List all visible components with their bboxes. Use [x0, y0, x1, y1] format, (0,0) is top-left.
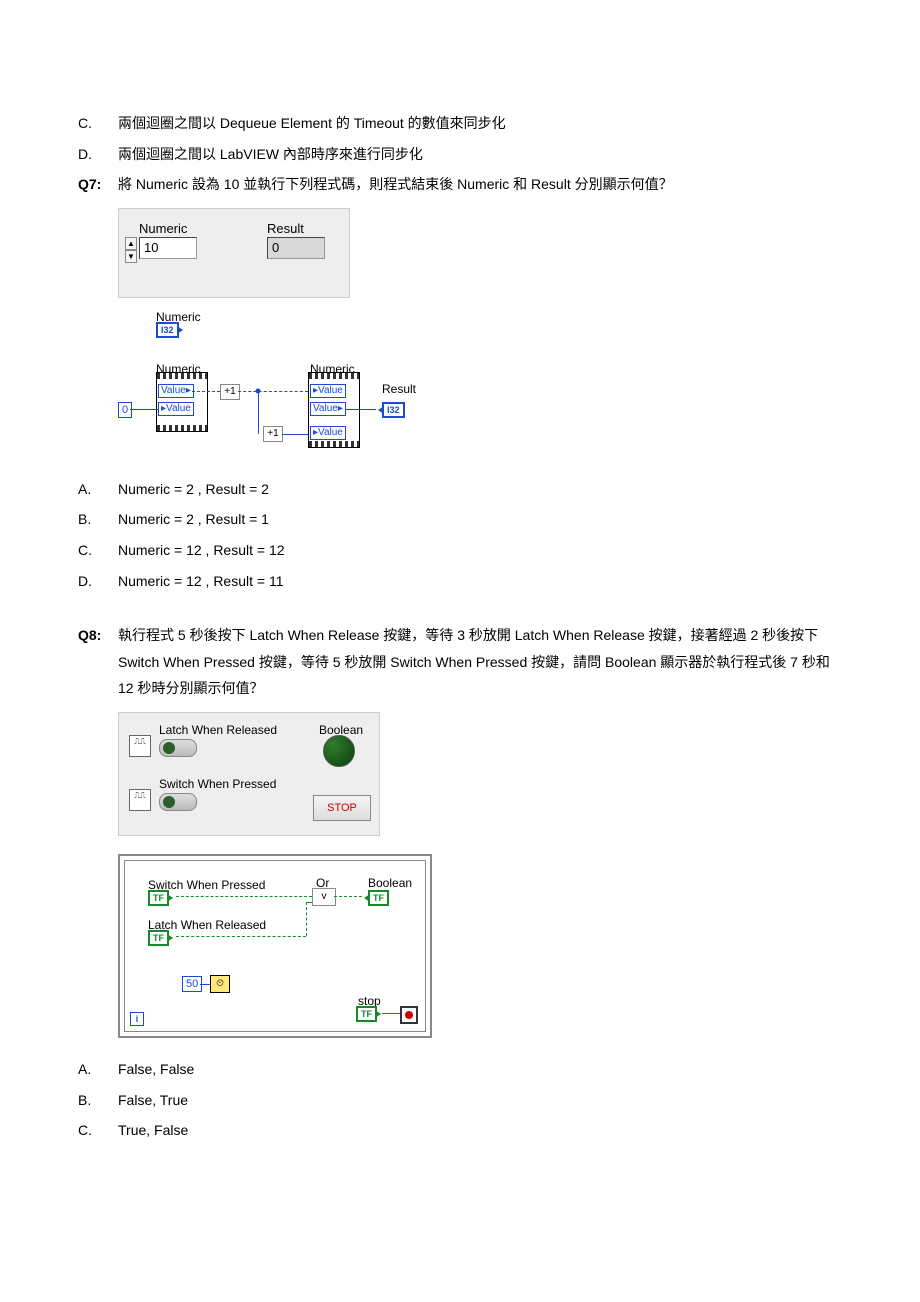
- numeric-control[interactable]: 10: [139, 237, 197, 259]
- value-in: ▸Value: [158, 402, 194, 416]
- option-text: True, False: [118, 1117, 842, 1144]
- value-out: Value▸: [158, 384, 194, 398]
- option-text: Numeric = 12 , Result = 11: [118, 568, 842, 595]
- option-label: A.: [78, 1056, 118, 1083]
- question-label: Q7:: [78, 171, 118, 198]
- option-label: C.: [78, 537, 118, 564]
- q7-option-c: C. Numeric = 12 , Result = 12: [78, 537, 842, 564]
- q7-prompt: Q7: 將 Numeric 設為 10 並執行下列程式碼，則程式結束後 Nume…: [78, 171, 842, 198]
- latch-button[interactable]: [159, 739, 197, 757]
- q8-front-panel: Latch When Released ⎍⎍ Boolean Switch Wh…: [118, 712, 380, 836]
- q8-block-diagram: Switch When Pressed TF Latch When Releas…: [118, 854, 432, 1038]
- wire: [238, 391, 308, 392]
- wire: [382, 1013, 400, 1014]
- option-d: D. 兩個迴圈之間以 LabVIEW 內部時序來進行同步化: [78, 141, 842, 168]
- numeric-spinner[interactable]: ▲▼: [125, 237, 137, 259]
- question-text: 執行程式 5 秒後按下 Latch When Release 按鍵，等待 3 秒…: [118, 622, 842, 702]
- value-in-2: ▸Value: [310, 384, 346, 398]
- stop-condition-icon: [400, 1006, 418, 1024]
- wire: [306, 902, 307, 936]
- or-icon: v: [312, 888, 336, 906]
- result-indicator: 0: [267, 237, 325, 259]
- iteration-terminal: i: [130, 1012, 144, 1026]
- option-text: Numeric = 2 , Result = 1: [118, 506, 842, 533]
- switch-terminal: TF: [148, 890, 169, 906]
- option-c: C. 兩個迴圈之間以 Dequeue Element 的 Timeout 的數值…: [78, 110, 842, 137]
- option-text: False, True: [118, 1087, 842, 1114]
- increment-icon: +1: [220, 384, 240, 400]
- option-label: C.: [78, 1117, 118, 1144]
- wire: [334, 896, 362, 897]
- result-terminal-label: Result: [382, 378, 416, 401]
- option-text: Numeric = 2 , Result = 2: [118, 476, 842, 503]
- q7-block-diagram: Numeric I32 Numeric Numeric Result Value…: [118, 306, 438, 466]
- q7-figure: Numeric Result ▲▼ 10 0 Numeric I32 Numer…: [118, 208, 842, 466]
- switch-button[interactable]: [159, 793, 197, 811]
- option-label: C.: [78, 110, 118, 137]
- q7-option-d: D. Numeric = 12 , Result = 11: [78, 568, 842, 595]
- value-in-3: ▸Value: [310, 426, 346, 440]
- q8-figure: Latch When Released ⎍⎍ Boolean Switch Wh…: [118, 712, 842, 1038]
- option-text: 兩個迴圈之間以 LabVIEW 內部時序來進行同步化: [118, 141, 842, 168]
- option-text: Numeric = 12 , Result = 12: [118, 537, 842, 564]
- option-label: D.: [78, 141, 118, 168]
- result-terminal-icon: I32: [382, 402, 405, 418]
- option-text: False, False: [118, 1056, 842, 1083]
- q8-option-c: C. True, False: [78, 1117, 842, 1144]
- q8-prompt: Q8: 執行程式 5 秒後按下 Latch When Release 按鍵，等待…: [78, 622, 842, 702]
- wire: [346, 409, 376, 410]
- wire: [200, 984, 210, 985]
- boolean-terminal: TF: [368, 890, 389, 906]
- q8-option-a: A. False, False: [78, 1056, 842, 1083]
- increment-icon-2: +1: [263, 426, 283, 442]
- q8-option-b: B. False, True: [78, 1087, 842, 1114]
- numeric-terminal-icon: I32: [156, 322, 179, 338]
- wait-ms-icon: ⏲: [210, 975, 230, 993]
- option-label: B.: [78, 506, 118, 533]
- option-text: 兩個迴圈之間以 Dequeue Element 的 Timeout 的數值來同步…: [118, 110, 842, 137]
- option-label: D.: [78, 568, 118, 595]
- wire: [306, 902, 312, 903]
- option-label: A.: [78, 476, 118, 503]
- latch-mech-icon: ⎍⎍: [129, 735, 151, 757]
- q7-option-b: B. Numeric = 2 , Result = 1: [78, 506, 842, 533]
- wire: [192, 391, 220, 392]
- value-out-2: Value▸: [310, 402, 346, 416]
- stop-terminal: TF: [356, 1006, 377, 1022]
- question-text: 將 Numeric 設為 10 並執行下列程式碼，則程式結束後 Numeric …: [118, 171, 842, 198]
- latch-terminal: TF: [148, 930, 169, 946]
- wire: [282, 434, 308, 435]
- page-content: C. 兩個迴圈之間以 Dequeue Element 的 Timeout 的數值…: [0, 0, 920, 1208]
- boolean-led: [323, 735, 355, 767]
- option-label: B.: [78, 1087, 118, 1114]
- wire: [176, 896, 312, 897]
- question-label: Q8:: [78, 622, 118, 702]
- q7-front-panel: Numeric Result ▲▼ 10 0: [118, 208, 350, 298]
- wire: [130, 409, 158, 410]
- zero-constant: 0: [118, 402, 132, 418]
- wire: [258, 391, 259, 434]
- switch-mech-icon: ⎍⎍: [129, 789, 151, 811]
- stop-button[interactable]: STOP: [313, 795, 371, 821]
- wire: [176, 936, 306, 937]
- q7-option-a: A. Numeric = 2 , Result = 2: [78, 476, 842, 503]
